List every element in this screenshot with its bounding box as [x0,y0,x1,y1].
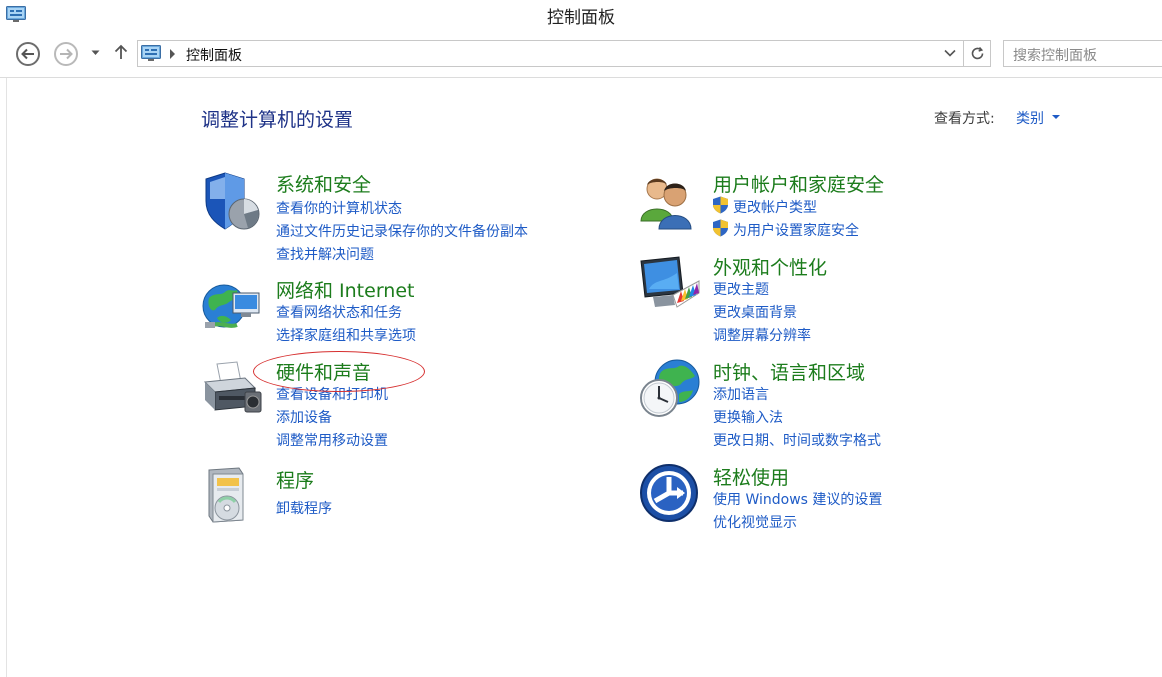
breadcrumb[interactable]: 控制面板 [137,40,964,67]
link-change-theme[interactable]: 更改主题 [713,279,769,299]
category-programs: 程序 卸载程序 [201,464,601,526]
refresh-button[interactable] [964,40,991,67]
breadcrumb-item[interactable]: 控制面板 [186,45,242,65]
link-view-computer-status[interactable]: 查看你的计算机状态 [276,198,402,218]
link-mobility-settings[interactable]: 调整常用移动设置 [276,430,388,450]
users-icon[interactable] [639,171,701,233]
annotation-ellipse [253,351,425,392]
category-title-network-internet[interactable]: 网络和 Internet [276,276,414,303]
view-by-dropdown[interactable]: 类别 [1016,108,1044,128]
category-title-system-security[interactable]: 系统和安全 [276,170,371,197]
uac-shield-icon [713,219,728,237]
link-uninstall-program[interactable]: 卸载程序 [276,498,332,518]
monitor-palette-icon[interactable] [639,253,701,315]
link-optimize-visual-display[interactable]: 优化视觉显示 [713,512,797,532]
view-by-caret-icon[interactable] [1052,115,1060,119]
programs-disc-icon[interactable] [201,464,263,526]
category-title-ease-of-access[interactable]: 轻松使用 [713,463,789,490]
link-change-input-method[interactable]: 更换输入法 [713,407,783,427]
category-ease-of-access: 轻松使用 使用 Windows 建议的设置 优化视觉显示 [639,463,1059,531]
category-title-user-accounts[interactable]: 用户帐户和家庭安全 [713,170,884,197]
recent-locations-chevron-icon[interactable] [91,50,100,56]
link-add-device[interactable]: 添加设备 [276,407,332,427]
view-by-label: 查看方式: [934,111,995,127]
category-title-appearance[interactable]: 外观和个性化 [713,253,827,280]
breadcrumb-chevron-icon[interactable] [170,49,175,59]
link-change-account-type[interactable]: 更改帐户类型 [733,197,817,217]
refresh-icon [971,46,983,60]
link-homegroup-sharing[interactable]: 选择家庭组和共享选项 [276,325,416,345]
window-title: 控制面板 [547,8,615,28]
address-bar: 控制面板 搜索控制面板 [0,30,1162,78]
category-system-security: 系统和安全 查看你的计算机状态 通过文件历史记录保存你的文件备份副本 查找并解决… [201,171,601,263]
forward-arrow-icon [60,48,73,60]
link-troubleshoot[interactable]: 查找并解决问题 [276,244,374,264]
category-title-clock-language-region[interactable]: 时钟、语言和区域 [713,358,865,385]
back-button[interactable] [16,42,40,66]
link-date-time-format[interactable]: 更改日期、时间或数字格式 [713,430,881,450]
search-input[interactable]: 搜索控制面板 [1003,40,1162,67]
clock-globe-icon[interactable] [639,358,701,420]
link-file-history-backup[interactable]: 通过文件历史记录保存你的文件备份副本 [276,221,528,241]
control-panel-icon [141,45,161,61]
chevron-down-icon[interactable] [944,48,956,58]
category-network-internet: 网络和 Internet 查看网络状态和任务 选择家庭组和共享选项 [201,276,601,346]
page-title: 调整计算机的设置 [201,109,354,131]
window-edge [6,78,7,677]
link-recommended-settings[interactable]: 使用 Windows 建议的设置 [713,489,882,509]
ease-of-access-icon[interactable] [639,463,701,525]
link-family-safety[interactable]: 为用户设置家庭安全 [733,220,859,240]
uac-shield-icon [713,196,728,214]
link-desktop-background[interactable]: 更改桌面背景 [713,302,797,322]
title-bar: 控制面板 [0,0,1162,30]
category-appearance: 外观和个性化 更改主题 更改桌面背景 调整屏幕分辨率 [639,253,1059,345]
up-arrow-icon[interactable] [114,44,128,60]
link-add-language[interactable]: 添加语言 [713,384,769,404]
link-network-status-tasks[interactable]: 查看网络状态和任务 [276,302,402,322]
category-title-programs[interactable]: 程序 [276,466,314,493]
forward-button[interactable] [54,42,78,66]
network-globe-icon[interactable] [201,276,263,338]
shield-icon[interactable] [201,171,263,233]
category-clock-language-region: 时钟、语言和区域 添加语言 更换输入法 更改日期、时间或数字格式 [639,358,1059,453]
category-user-accounts: 用户帐户和家庭安全 更改帐户类型 为用户设置家庭安全 [639,171,1059,241]
back-arrow-icon [21,48,34,60]
link-screen-resolution[interactable]: 调整屏幕分辨率 [713,325,811,345]
